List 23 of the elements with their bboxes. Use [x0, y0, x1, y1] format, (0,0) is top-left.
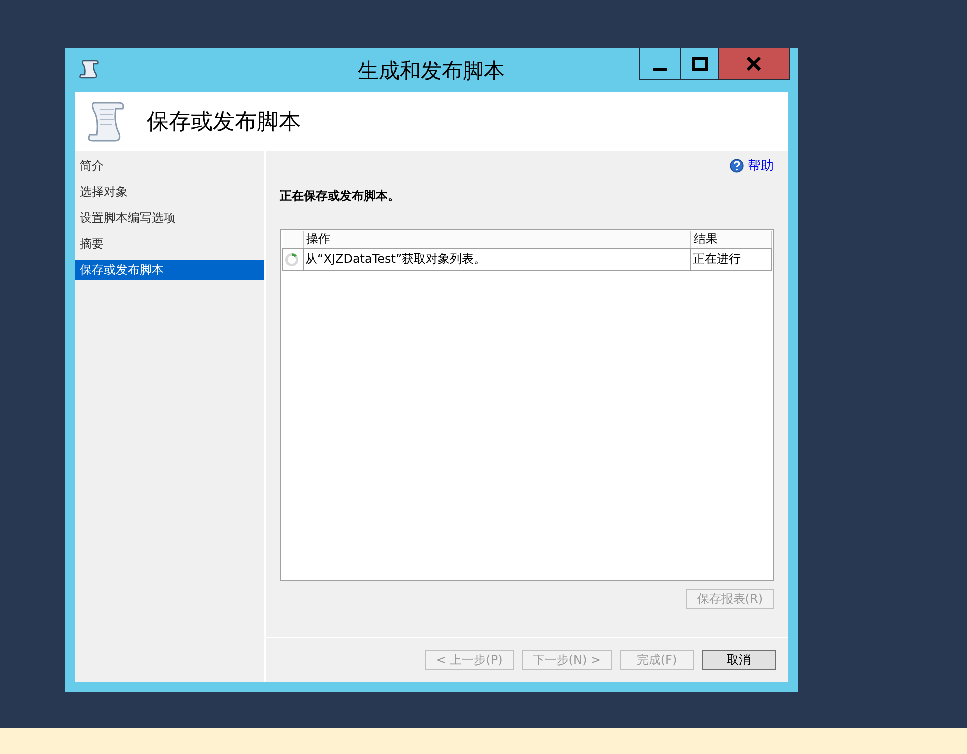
sidebar-item[interactable]: 选择对象	[75, 182, 264, 202]
sidebar-item[interactable]: 摘要	[75, 234, 264, 254]
column-header[interactable]: 结果	[690, 231, 772, 248]
status-text: 正在保存或发布脚本。	[280, 188, 401, 205]
window-title: 生成和发布脚本	[358, 58, 505, 85]
help-icon	[730, 159, 744, 173]
scroll-icon	[79, 58, 101, 80]
minimize-icon	[653, 68, 667, 70]
help-link[interactable]: 帮助	[730, 157, 774, 175]
cancel-button[interactable]: 取消	[702, 650, 776, 670]
spinner-icon	[285, 252, 299, 266]
close-button[interactable]	[718, 48, 790, 80]
scroll-icon	[87, 100, 127, 144]
table-cell: 从“XJZDataTest”获取对象列表。	[303, 248, 690, 270]
sidebar-item[interactable]: 保存或发布脚本	[75, 260, 264, 280]
minimize-button[interactable]	[639, 48, 681, 80]
sidebar-item[interactable]: 设置脚本编写选项	[75, 208, 264, 228]
table-cell: 正在进行	[690, 248, 772, 270]
sidebar-item[interactable]: 简介	[75, 156, 264, 176]
column-header[interactable]: 操作	[303, 231, 690, 248]
maximize-icon	[692, 56, 708, 70]
page-title: 保存或发布脚本	[147, 108, 301, 136]
close-icon	[746, 56, 762, 70]
